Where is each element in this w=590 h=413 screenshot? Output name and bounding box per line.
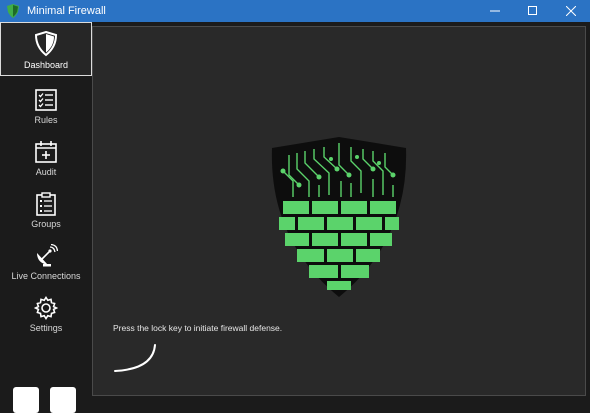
minimize-button[interactable]: [476, 0, 514, 22]
sidebar-item-label: Groups: [31, 219, 61, 229]
rules-list-icon: [35, 89, 57, 111]
sidebar: Dashboard Rules Audit Groups Live Connec…: [0, 22, 92, 413]
sidebar-item-label: Dashboard: [23, 60, 69, 70]
satellite-dish-icon: [37, 244, 58, 267]
close-icon: [566, 6, 576, 16]
window-controls: [476, 0, 590, 22]
lock-key-button[interactable]: [13, 387, 39, 413]
clipboard-icon: [36, 192, 56, 216]
loading-spinner-icon: [114, 344, 156, 372]
close-button[interactable]: [552, 0, 590, 22]
minimize-icon: [490, 10, 500, 12]
maximize-icon: [528, 6, 537, 15]
app-shield-icon: [7, 4, 19, 18]
theme-toggle-button[interactable]: [50, 387, 76, 413]
sidebar-item-label: Settings: [29, 323, 63, 333]
status-message: Press the lock key to initiate firewall …: [113, 323, 283, 333]
maximize-button[interactable]: [514, 0, 552, 22]
sidebar-item-dashboard[interactable]: Dashboard: [0, 22, 92, 76]
gear-icon: [34, 296, 58, 320]
sidebar-item-label: Live Connections: [11, 271, 81, 281]
sidebar-item-label: Audit: [35, 167, 57, 177]
sidebar-item-settings[interactable]: Settings: [0, 288, 92, 338]
dashboard-panel: Press the lock key to initiate firewall …: [92, 26, 586, 396]
window-title: Minimal Firewall: [27, 5, 106, 17]
sidebar-item-audit[interactable]: Audit: [0, 132, 92, 182]
calendar-plus-icon: [35, 141, 57, 163]
sidebar-item-groups[interactable]: Groups: [0, 184, 92, 234]
shield-icon: [34, 31, 58, 57]
sidebar-item-label: Rules: [34, 115, 58, 125]
title-bar: Minimal Firewall: [0, 0, 590, 22]
firewall-shield-logo: [271, 137, 407, 297]
sidebar-item-rules[interactable]: Rules: [0, 80, 92, 130]
sidebar-item-live-connections[interactable]: Live Connections: [0, 236, 92, 286]
